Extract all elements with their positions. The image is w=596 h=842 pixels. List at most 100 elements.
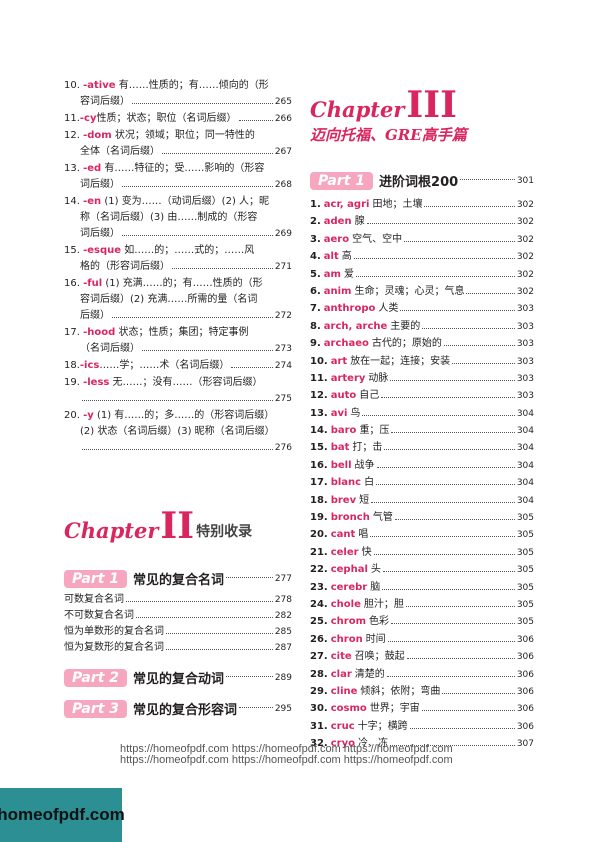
- sub-item[interactable]: 恒为单数形的复合名词 285: [64, 624, 292, 640]
- root-item[interactable]: 31. cruc 十字；横跨 306: [310, 718, 534, 735]
- toc-entry[interactable]: 13. -ed 有……特征的；受……影响的（形容 词后缀） 268: [64, 161, 292, 193]
- watermark-line[interactable]: https://homeofpdf.com https://homeofpdf.…: [120, 755, 470, 766]
- sub-item[interactable]: 恒为复数形的复合名词 287: [64, 640, 292, 656]
- root-item[interactable]: 15. bat 打；击 304: [310, 439, 534, 456]
- leader-dots: [387, 640, 515, 642]
- root-item[interactable]: 16. bell 战争 304: [310, 457, 534, 474]
- root-item[interactable]: 13. avi 鸟 304: [310, 405, 534, 422]
- toc-entry-first-line: 20. -y (1) 有……的；多……的（形容词后缀）: [64, 408, 292, 424]
- entry-number: 12.: [64, 130, 80, 141]
- root-number: 3.: [310, 233, 321, 245]
- root-item[interactable]: 21. celer 快 305: [310, 544, 534, 561]
- page-number: 306: [516, 721, 534, 732]
- entry-text: 词后缀）: [80, 179, 120, 190]
- toc-entry[interactable]: 12. -dom 状况；领域；职位；同一特性的 全体（名词后缀） 267: [64, 128, 292, 160]
- root-word: anthropo: [323, 303, 376, 315]
- root-item[interactable]: 29. cline 倾斜；依附；弯曲 306: [310, 683, 534, 700]
- site-logo[interactable]: homeofpdf.com: [0, 788, 125, 842]
- root-item[interactable]: 4. alt 高 302: [310, 248, 534, 265]
- entry-text: 状况；领域；职位；同一特性的: [114, 130, 255, 141]
- chapter-3-part-1[interactable]: Part 1 进阶词根200 301: [310, 171, 534, 190]
- part-badge: Part 1: [310, 171, 374, 190]
- root-item[interactable]: 7. anthropo 人类 303: [310, 300, 534, 317]
- toc-entry-first-line: 14. -en (1) 变为……（动词后缀）(2) 人；昵: [64, 194, 292, 210]
- entry-text: 有……性质的；有……倾向的（形: [118, 80, 269, 91]
- leader-dots: [400, 310, 515, 312]
- toc-entry-continuation: (2) 状态（名词后缀）(3) 昵称（名词后缀）: [64, 424, 292, 440]
- leader-dots: [466, 292, 515, 294]
- root-item[interactable]: 2. aden 腺 302: [310, 213, 534, 230]
- root-word: cosmo: [330, 703, 367, 715]
- page-number: 275: [274, 394, 292, 404]
- toc-entry[interactable]: 20. -y (1) 有……的；多……的（形容词后缀） (2) 状态（名词后缀）(…: [64, 408, 292, 456]
- entry-text: 容词后缀）(2) 充满……所需的量（名词: [80, 294, 258, 305]
- toc-entry[interactable]: 19. -less 无……；没有……（形容词后缀） 275: [64, 375, 292, 407]
- entry-number: 17.: [64, 327, 80, 338]
- page-number: 282: [274, 611, 292, 621]
- root-number: 9.: [310, 338, 321, 350]
- root-item[interactable]: 6. anim 生命；灵魂；心灵；气息 302: [310, 283, 534, 300]
- root-item[interactable]: 12. auto 自己 303: [310, 387, 534, 404]
- root-item[interactable]: 18. brev 短 304: [310, 492, 534, 509]
- part-sub-list: 可数复合名词 278 不可数复合名词 282 恒为单数形的复合名词 285 恒为复数形的复合…: [64, 592, 292, 656]
- toc-entry-first-line: 18. -ics ……学；……术（名词后缀） 274: [64, 358, 292, 374]
- root-word: artery: [330, 372, 366, 384]
- root-meaning: 唱: [358, 529, 369, 541]
- root-item[interactable]: 10. art 放在一起；连接；安装 303: [310, 353, 534, 370]
- root-item[interactable]: 3. aero 空气、空中 302: [310, 231, 534, 248]
- part-title: 常见的复合名词: [133, 573, 225, 588]
- leader-dots: [172, 268, 273, 269]
- toc-entry[interactable]: 15. -esque 如……的；……式的；……风 格的（形容词后缀） 271: [64, 243, 292, 275]
- root-meaning: 腺: [354, 216, 365, 228]
- root-item[interactable]: 5. am 爱 302: [310, 266, 534, 283]
- root-item[interactable]: 25. chrom 色彩 305: [310, 613, 534, 630]
- page-number: 304: [516, 408, 534, 419]
- sub-item[interactable]: 不可数复合名词 282: [64, 608, 292, 624]
- root-item[interactable]: 28. clar 清楚的 306: [310, 666, 534, 683]
- leader-dots: [391, 432, 515, 434]
- root-meaning: 战争: [354, 459, 375, 471]
- root-item[interactable]: 27. cite 召唤；鼓起 306: [310, 648, 534, 665]
- leader-dots: [406, 658, 515, 660]
- root-meaning: 鸟: [350, 407, 361, 419]
- chapter-2-part-3[interactable]: Part 3 常见的复合形容词 295: [64, 699, 292, 718]
- root-item[interactable]: 11. artery 动脉 303: [310, 370, 534, 387]
- root-word: chole: [330, 598, 361, 610]
- root-item[interactable]: 19. bronch 气管 305: [310, 509, 534, 526]
- page-number: 285: [274, 627, 292, 637]
- toc-entry[interactable]: 17. -hood 状态；性质；集团；特定事例 （名词后缀） 273: [64, 325, 292, 357]
- part-badge: Part 2: [64, 668, 128, 687]
- leader-dots: [166, 633, 273, 634]
- root-word: chrom: [330, 616, 366, 628]
- toc-entry[interactable]: 10. -ative 有……性质的；有……倾向的（形 容词后缀） 265: [64, 78, 292, 110]
- watermark: https://homeofpdf.com https://homeofpdf.…: [120, 744, 470, 766]
- root-item[interactable]: 9. archaeo 古代的；原始的 303: [310, 335, 534, 352]
- toc-entry-first-line: 17. -hood 状态；性质；集团；特定事例: [64, 325, 292, 341]
- entry-affix: -dom: [83, 130, 112, 141]
- root-item[interactable]: 30. cosmo 世界；宇宙 306: [310, 700, 534, 717]
- toc-entry[interactable]: 11. -cy 性质；状态；职位（名词后缀） 266: [64, 111, 292, 127]
- toc-entry[interactable]: 18. -ics ……学；……术（名词后缀） 274: [64, 358, 292, 374]
- leader-dots: [424, 206, 515, 207]
- root-item[interactable]: 22. cephal 头 305: [310, 561, 534, 578]
- toc-entry-first-line: 15. -esque 如……的；……式的；……风: [64, 243, 292, 259]
- part-badge: Part 1: [64, 569, 128, 588]
- chapter-2-part-2[interactable]: Part 2 常见的复合动词 289: [64, 668, 292, 687]
- root-item[interactable]: 14. baro 重；压 304: [310, 422, 534, 439]
- root-item[interactable]: 8. arch, arche 主要的 303: [310, 318, 534, 335]
- root-item[interactable]: 23. cerebr 脑 305: [310, 579, 534, 596]
- leader-dots: [409, 727, 515, 729]
- sub-item[interactable]: 可数复合名词 278: [64, 592, 292, 608]
- page-number: 268: [274, 180, 292, 190]
- toc-entry-continuation: 格的（形容词后缀） 271: [64, 259, 292, 275]
- root-item[interactable]: 17. blanc 白 304: [310, 474, 534, 491]
- root-item[interactable]: 26. chron 时间 306: [310, 631, 534, 648]
- root-item[interactable]: 24. chole 胆汁；胆 305: [310, 596, 534, 613]
- root-number: 28.: [310, 668, 328, 680]
- toc-entry[interactable]: 16. -ful (1) 充满……的；有……性质的（形 容词后缀）(2) 充满………: [64, 276, 292, 324]
- root-item[interactable]: 1. acr, agri 田地；土壤 302: [310, 196, 534, 213]
- root-item[interactable]: 20. cant 唱 305: [310, 526, 534, 543]
- toc-entry[interactable]: 14. -en (1) 变为……（动词后缀）(2) 人；昵 称（名词后缀）(3) …: [64, 194, 292, 242]
- chapter-2-part-1[interactable]: Part 1 常见的复合名词 277: [64, 569, 292, 588]
- root-meaning: 十字；横跨: [357, 720, 408, 732]
